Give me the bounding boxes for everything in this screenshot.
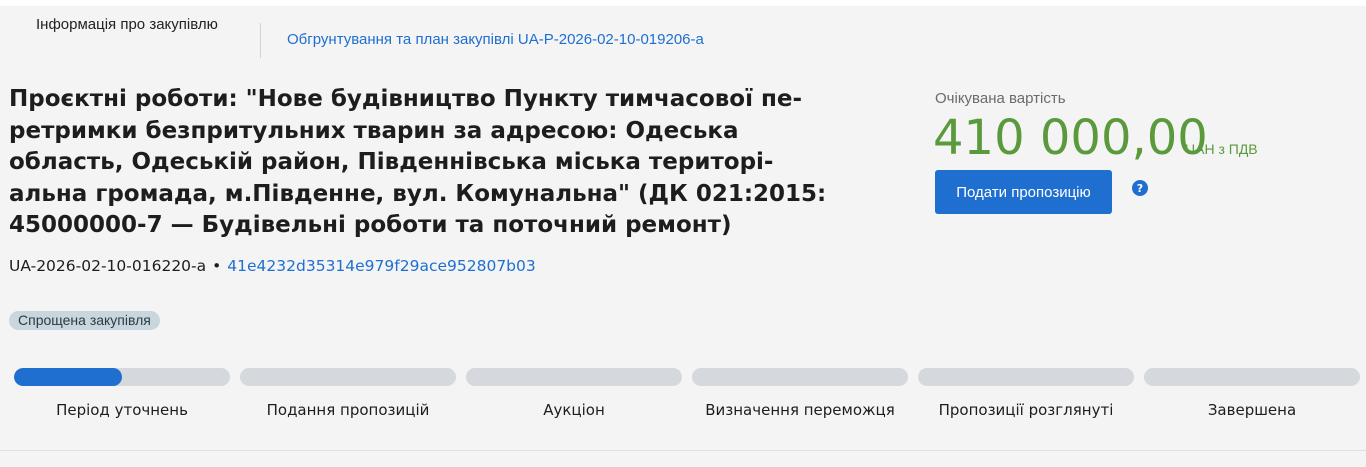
stage-bar xyxy=(466,368,682,386)
tender-title: Проєктні роботи: "Нове будівництво Пункт… xyxy=(9,84,839,242)
tender-title-text: Проєктні роботи: "Нове будівництво Пункт… xyxy=(9,86,827,238)
stage-4: Визначення переможця xyxy=(692,368,908,419)
submit-proposal-button[interactable]: Подати пропозицію xyxy=(935,170,1112,214)
stage-label: Завершена xyxy=(1207,401,1297,419)
price-unit: UAH з ПДВ xyxy=(1185,141,1258,157)
tender-id: UA-2026-02-10-016220-a xyxy=(9,257,207,275)
tender-ids: UA-2026-02-10-016220-a • 41e4232d35314e979… xyxy=(9,257,536,275)
stage-label: Аукціон xyxy=(543,401,605,419)
stage-bar xyxy=(1144,368,1360,386)
procedure-badge: Спрощена закупівля xyxy=(9,311,160,330)
price-value: 410 000,00 xyxy=(933,110,1208,166)
price-label: Очікувана вартість xyxy=(935,90,1066,107)
tender-panel: Інформація про закупівлю Обгрунтування т… xyxy=(0,6,1366,467)
stage-1: Період уточнень xyxy=(14,368,230,419)
tab-divider xyxy=(260,23,261,58)
divider xyxy=(0,450,1366,451)
tab-procurement-info[interactable]: Інформація про закупівлю xyxy=(36,16,218,33)
id-separator: • xyxy=(212,257,222,275)
stage-bar-fill xyxy=(14,368,122,386)
plan-link[interactable]: Обгрунтування та план закупівлі UA-P-202… xyxy=(287,31,704,48)
stage-label: Визначення переможця xyxy=(705,401,895,419)
stage-bar xyxy=(918,368,1134,386)
stage-bar xyxy=(240,368,456,386)
stage-label: Подання пропозицій xyxy=(266,401,430,419)
stage-label: Пропозиції розглянуті xyxy=(938,401,1114,419)
question-circle-icon[interactable]: ? xyxy=(1132,180,1148,196)
stage-bar xyxy=(692,368,908,386)
stage-bar xyxy=(14,368,230,386)
stage-2: Подання пропозицій xyxy=(240,368,456,419)
stage-6: Завершена xyxy=(1144,368,1360,419)
stage-5: Пропозиції розглянуті xyxy=(918,368,1134,419)
stage-3: Аукціон xyxy=(466,368,682,419)
tender-hash-link[interactable]: 41e4232d35314e979f29ace952807b03 xyxy=(227,257,535,275)
stage-label: Період уточнень xyxy=(56,401,188,419)
svg-text:?: ? xyxy=(1137,182,1143,195)
